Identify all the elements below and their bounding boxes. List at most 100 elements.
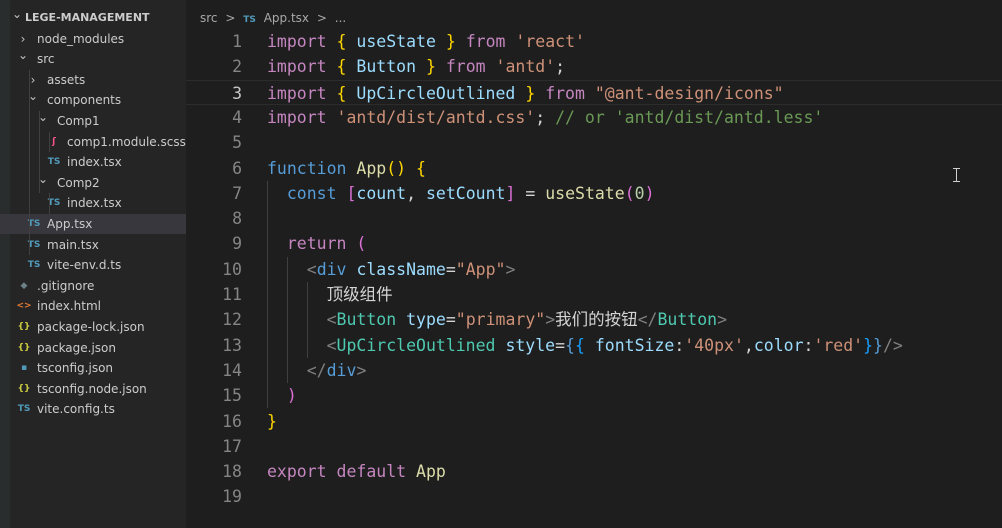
code-token: fontSize [594,335,675,355]
folder-item[interactable]: ⌄ src [0,48,186,69]
code-token: import [267,32,327,51]
line-number: 2 [232,57,242,77]
code-text: import 'antd/dist/antd.css'; // or 'antd… [267,105,823,130]
code-token: App [356,158,387,178]
json-file-icon: {} [17,322,31,332]
code-token: > [717,310,728,330]
code-line[interactable]: 17 [186,434,1002,459]
tree-item-label: assets [47,72,86,87]
tree-item-label: index.html [37,299,101,314]
code-line[interactable]: 19 [186,484,1002,509]
code-token: 0 [634,183,645,203]
code-token: from [445,57,486,77]
code-text: function App() { [267,156,426,181]
file-item[interactable]: TS vite.config.ts [0,399,186,419]
file-item[interactable]: TS App.tsx [0,214,186,234]
code-token: </ [306,360,327,380]
code-line[interactable]: 1 import { useState } from 'react' [186,29,1002,54]
line-number: 4 [232,107,242,127]
file-item[interactable]: TS index.tsx [0,152,186,172]
file-item[interactable]: {} tsconfig.node.json [0,379,186,399]
file-item[interactable]: ▪ tsconfig.json [0,358,186,378]
folder-item[interactable]: ⌄ Comp1 [0,110,186,131]
tree-item-label: package.json [37,340,117,355]
folder-item[interactable]: ⌄ components [0,89,186,110]
file-item[interactable]: TS vite-env.d.ts [0,255,186,275]
tree-item-label: node_modules [37,31,125,46]
json-file-icon: {} [17,383,31,394]
code-token: import [267,83,327,103]
code-token: ; [555,57,566,77]
file-item[interactable]: <> index.html [0,296,186,316]
tree-item-label: Comp2 [57,175,100,190]
file-item[interactable]: ◆ .gitignore [0,276,186,296]
code-line[interactable]: 7 const [count, setCount] = useState(0) [186,181,1002,206]
line-number: 8 [232,209,242,229]
code-line[interactable]: 4 import 'antd/dist/antd.css'; // or 'ant… [186,105,1002,130]
code-line[interactable]: 8 [186,206,1002,231]
code-token: ( [624,183,635,203]
code-line[interactable]: 15 ) [186,383,1002,408]
code-token: Button [657,310,718,330]
code-line[interactable]: 10 <div className="App"> [186,257,1002,282]
breadcrumb-file[interactable]: App.tsx [264,11,309,25]
code-token: < [326,310,337,330]
code-token: : [674,335,685,355]
code-token: "App" [455,259,506,279]
code-line[interactable]: 13 <UpCircleOutlined style={{ fontSize:'… [186,333,1002,358]
code-token: UpCircleOutlined [336,335,496,355]
tree-item-label: main.tsx [47,237,99,252]
folder-item[interactable]: ⌄ Comp2 [0,172,186,193]
breadcrumb-symbol[interactable]: ... [335,11,346,25]
code-text: </div> [267,358,367,383]
code-token: ] [505,183,516,203]
code-editor[interactable]: src > TS App.tsx > ... 1 import { useStat… [186,0,1002,528]
code-token: ; [535,107,546,127]
file-item[interactable]: {} package-lock.json [0,317,186,337]
code-line[interactable]: 5 [186,130,1002,155]
file-item[interactable]: TS index.tsx [0,193,186,213]
explorer-root-label: LEGE-MANAGEMENT [25,11,150,24]
code-token: > [545,310,556,330]
file-item[interactable]: {} package.json [0,338,186,358]
file-item[interactable]: ʃ comp1.module.scss [0,132,186,152]
code-line[interactable]: 12 <Button type="primary">我们的按钮</Button> [186,307,1002,332]
code-text: import { UpCircleOutlined } from "@ant-d… [267,81,784,106]
code-line[interactable]: 6 function App() { [186,156,1002,181]
code-token: "@ant-design/icons" [594,83,784,103]
tree-item-label: tsconfig.node.json [37,381,147,396]
indent-guide [39,111,40,194]
code-line[interactable]: 9 return ( [186,231,1002,256]
code-token: 我们的按钮 [555,310,638,330]
code-line[interactable]: 2 import { Button } from 'antd'; [186,54,1002,79]
breadcrumb-folder[interactable]: src [200,11,218,25]
code-token: { [416,158,426,178]
tree-item-label: Comp1 [57,114,100,128]
code-token: = [515,183,546,203]
code-text: 顶级组件 [267,282,393,307]
code-line[interactable]: 16} [186,409,1002,434]
code-line[interactable]: 11 顶级组件 [186,282,1002,307]
explorer-root-folder[interactable]: ⌄ LEGE-MANAGEMENT [0,7,186,28]
code-token: , [743,335,754,355]
code-line[interactable]: 14 </div> [186,358,1002,383]
file-item[interactable]: TS main.tsx [0,235,186,255]
indent-guide [49,193,50,214]
line-number: 11 [222,285,242,304]
chevron-down-icon: ⌄ [11,7,23,21]
code-token: count [356,183,407,203]
code-token: style [505,335,556,355]
code-line[interactable]: 18 export default App [186,459,1002,484]
code-token: { [565,335,575,355]
code-line[interactable]: 3 import { UpCircleOutlined } from "@ant-… [186,79,1002,106]
